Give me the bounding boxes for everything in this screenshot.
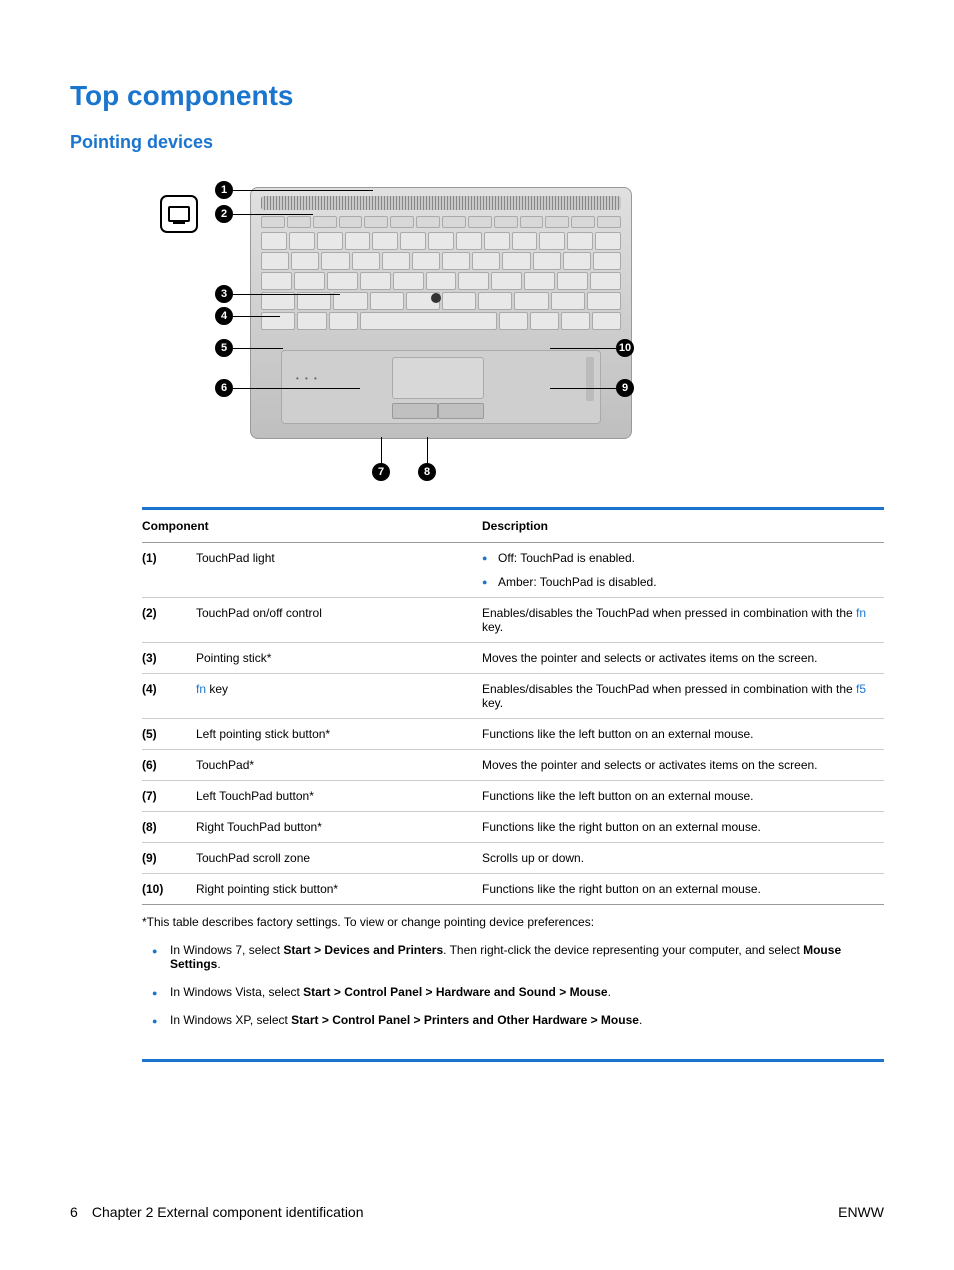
callout-9: 9 (616, 379, 634, 397)
table-row: (6)TouchPad*Moves the pointer and select… (142, 750, 884, 781)
row-component: Right TouchPad button* (196, 812, 482, 843)
table-row: (1)TouchPad lightOff: TouchPad is enable… (142, 543, 884, 598)
page-number: 6 (70, 1204, 88, 1220)
row-description: Off: TouchPad is enabled.Amber: TouchPad… (482, 543, 884, 598)
table-row: (9)TouchPad scroll zoneScrolls up or dow… (142, 843, 884, 874)
row-component: Left TouchPad button* (196, 781, 482, 812)
lang-label: ENWW (838, 1204, 884, 1220)
row-number: (6) (142, 750, 196, 781)
footnote-item: In Windows Vista, select Start > Control… (142, 985, 884, 999)
row-number: (10) (142, 874, 196, 905)
row-number: (4) (142, 674, 196, 719)
row-component: TouchPad on/off control (196, 598, 482, 643)
table-row: (7)Left TouchPad button*Functions like t… (142, 781, 884, 812)
row-number: (5) (142, 719, 196, 750)
table-row: (3)Pointing stick*Moves the pointer and … (142, 643, 884, 674)
footnote-item: In Windows XP, select Start > Control Pa… (142, 1013, 884, 1027)
callout-5: 5 (215, 339, 233, 357)
page-title: Top components (70, 80, 884, 112)
row-number: (7) (142, 781, 196, 812)
row-description: Scrolls up or down. (482, 843, 884, 874)
table-row: (2)TouchPad on/off controlEnables/disabl… (142, 598, 884, 643)
table-row: (10)Right pointing stick button*Function… (142, 874, 884, 905)
th-component: Component (142, 509, 482, 543)
components-table: Component Description (1)TouchPad lightO… (142, 507, 884, 905)
row-description: Moves the pointer and selects or activat… (482, 643, 884, 674)
footnote-item: In Windows 7, select Start > Devices and… (142, 943, 884, 971)
callout-6: 6 (215, 379, 233, 397)
footnote-intro: *This table describes factory settings. … (142, 915, 884, 929)
row-description: Functions like the left button on an ext… (482, 719, 884, 750)
row-description: Enables/disables the TouchPad when press… (482, 674, 884, 719)
table-row: (8)Right TouchPad button*Functions like … (142, 812, 884, 843)
callout-7: 7 (372, 463, 390, 481)
section-title: Pointing devices (70, 132, 884, 153)
callout-2: 2 (215, 205, 233, 223)
callout-8: 8 (418, 463, 436, 481)
row-component: TouchPad light (196, 543, 482, 598)
callout-1: 1 (215, 181, 233, 199)
row-description: Functions like the right button on an ex… (482, 874, 884, 905)
row-component: TouchPad scroll zone (196, 843, 482, 874)
page-footer: 6 Chapter 2 External component identific… (70, 1204, 884, 1220)
row-number: (2) (142, 598, 196, 643)
row-description: Functions like the left button on an ext… (482, 781, 884, 812)
th-description: Description (482, 509, 884, 543)
row-description: Moves the pointer and selects or activat… (482, 750, 884, 781)
row-number: (3) (142, 643, 196, 674)
callout-4: 4 (215, 307, 233, 325)
diagram-figure: • • • 1 2 3 4 5 6 7 8 9 10 (160, 167, 660, 487)
row-number: (8) (142, 812, 196, 843)
touchpad-icon (160, 195, 198, 233)
table-row: (5)Left pointing stick button*Functions … (142, 719, 884, 750)
row-number: (9) (142, 843, 196, 874)
row-number: (1) (142, 543, 196, 598)
callout-3: 3 (215, 285, 233, 303)
row-component: Left pointing stick button* (196, 719, 482, 750)
row-component: Right pointing stick button* (196, 874, 482, 905)
row-description: Functions like the right button on an ex… (482, 812, 884, 843)
row-component: fn key (196, 674, 482, 719)
laptop-illustration: • • • (250, 187, 632, 439)
callout-10: 10 (616, 339, 634, 357)
chapter-label: Chapter 2 External component identificat… (92, 1204, 364, 1220)
row-description: Enables/disables the TouchPad when press… (482, 598, 884, 643)
table-row: (4)fn keyEnables/disables the TouchPad w… (142, 674, 884, 719)
footnote-block: *This table describes factory settings. … (142, 915, 884, 1062)
row-component: Pointing stick* (196, 643, 482, 674)
row-component: TouchPad* (196, 750, 482, 781)
